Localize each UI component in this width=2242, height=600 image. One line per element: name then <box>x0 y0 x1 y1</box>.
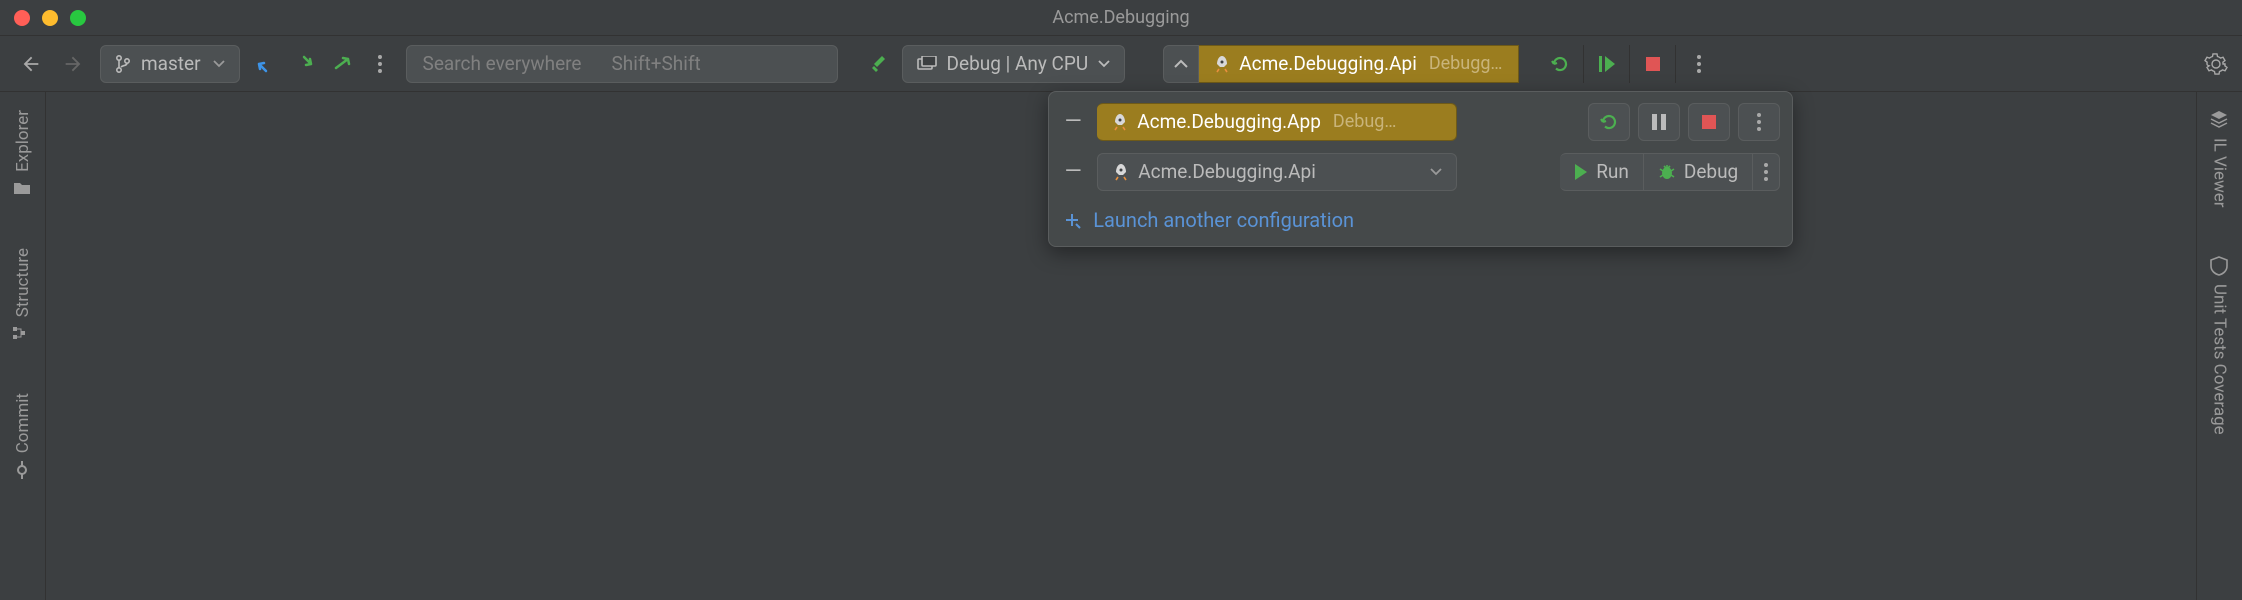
run-primary-actions <box>1537 45 1721 83</box>
run-button[interactable]: Run <box>1560 153 1644 191</box>
run-button-label: Run <box>1596 160 1629 183</box>
rocket-icon <box>1213 55 1231 73</box>
run-config-status: Debug… <box>1333 111 1397 132</box>
run-widget: Acme.Debugging.Api Debugg… <box>1163 45 1721 83</box>
window-zoom-button[interactable] <box>70 10 86 26</box>
run-widget-primary-row: Acme.Debugging.Api Debugg… <box>1163 45 1721 83</box>
right-sidebar: IL Viewer Unit Tests Coverage <box>2196 92 2242 600</box>
add-icon <box>1063 211 1081 229</box>
stop-button[interactable] <box>1629 45 1675 83</box>
window-close-button[interactable] <box>14 10 30 26</box>
titlebar: Acme.Debugging <box>0 0 2242 36</box>
nav-back-button[interactable] <box>20 53 42 75</box>
chevron-down-icon <box>1430 168 1442 176</box>
commit-icon <box>13 461 33 481</box>
launch-another-configuration[interactable]: Launch another configuration <box>1061 202 1780 232</box>
run-configuration-pill-primary[interactable]: Acme.Debugging.Api Debugg… <box>1199 45 1519 83</box>
stop-button[interactable] <box>1688 103 1730 141</box>
branch-name: master <box>141 52 201 75</box>
vcs-push-button[interactable] <box>332 54 352 74</box>
sidebar-item-il-viewer[interactable]: IL Viewer <box>2210 110 2230 208</box>
rerun-button[interactable] <box>1588 103 1630 141</box>
rocket-icon <box>1112 163 1130 181</box>
configuration-label: Debug | Any CPU <box>947 52 1089 75</box>
main-toolbar: master Search everywhere Shift+Shift De <box>0 36 2242 92</box>
settings-button[interactable] <box>2202 50 2230 78</box>
sidebar-item-structure[interactable]: Structure <box>13 248 33 345</box>
vcs-more-button[interactable] <box>370 54 390 74</box>
row-more-button[interactable] <box>1753 153 1780 191</box>
rerun-button[interactable] <box>1537 45 1583 83</box>
launch-another-label: Launch another configuration <box>1093 208 1354 232</box>
solution-configuration-picker[interactable]: Debug | Any CPU <box>902 45 1126 83</box>
run-config-name: Acme.Debugging.Api <box>1138 160 1316 183</box>
row-more-button[interactable] <box>1738 103 1780 141</box>
search-everywhere[interactable]: Search everywhere Shift+Shift <box>406 45 838 83</box>
pause-button[interactable] <box>1638 103 1680 141</box>
vcs-update-button[interactable] <box>256 54 276 74</box>
branch-icon <box>115 55 131 73</box>
run-configuration-pill-1[interactable]: Acme.Debugging.Api <box>1097 153 1457 191</box>
run-row-actions-1: Run Debug <box>1560 153 1780 191</box>
window-title: Acme.Debugging <box>1052 7 1189 28</box>
run-configuration-pill-0[interactable]: Acme.Debugging.App Debug… <box>1097 103 1457 141</box>
vcs-actions <box>250 54 396 74</box>
search-shortcut: Shift+Shift <box>612 52 701 75</box>
remove-config-button[interactable]: — <box>1061 159 1085 184</box>
vcs-commit-button[interactable] <box>294 54 314 74</box>
configuration-icon <box>917 56 937 72</box>
remove-config-button[interactable]: — <box>1061 109 1085 134</box>
nav-arrows <box>12 53 90 75</box>
nav-forward-button[interactable] <box>62 53 84 75</box>
run-config-row-0: — Acme.Debugging.App Debug… <box>1061 102 1780 142</box>
left-sidebar: Explorer Structure Commit <box>0 92 46 600</box>
il-viewer-icon <box>2210 110 2230 130</box>
run-config-row-1: — Acme.Debugging.Api Run <box>1061 152 1780 192</box>
run-row-actions-0 <box>1588 103 1780 141</box>
sidebar-item-commit[interactable]: Commit <box>13 393 33 481</box>
sidebar-item-unit-tests-coverage[interactable]: Unit Tests Coverage <box>2210 256 2230 435</box>
traffic-lights <box>0 10 86 26</box>
search-placeholder: Search everywhere <box>423 52 582 75</box>
coverage-icon <box>2210 256 2230 276</box>
run-config-status: Debugg… <box>1429 53 1503 74</box>
vcs-branch-picker[interactable]: master <box>100 45 240 83</box>
run-config-name: Acme.Debugging.Api <box>1239 52 1417 75</box>
structure-icon <box>13 325 33 345</box>
build-button[interactable] <box>868 52 892 76</box>
debug-button[interactable]: Debug <box>1644 153 1753 191</box>
chevron-down-icon <box>213 60 225 68</box>
chevron-down-icon <box>1098 60 1110 68</box>
folder-icon <box>13 180 33 200</box>
resume-button[interactable] <box>1583 45 1629 83</box>
run-config-name: Acme.Debugging.App <box>1137 110 1321 133</box>
run-widget-expand-button[interactable] <box>1163 45 1199 83</box>
sidebar-item-explorer[interactable]: Explorer <box>13 110 33 200</box>
debug-button-label: Debug <box>1684 160 1738 183</box>
run-more-button[interactable] <box>1675 45 1721 83</box>
run-widget-dropdown: — Acme.Debugging.App Debug… <box>1048 91 1793 247</box>
rocket-icon <box>1111 113 1129 131</box>
window-minimize-button[interactable] <box>42 10 58 26</box>
